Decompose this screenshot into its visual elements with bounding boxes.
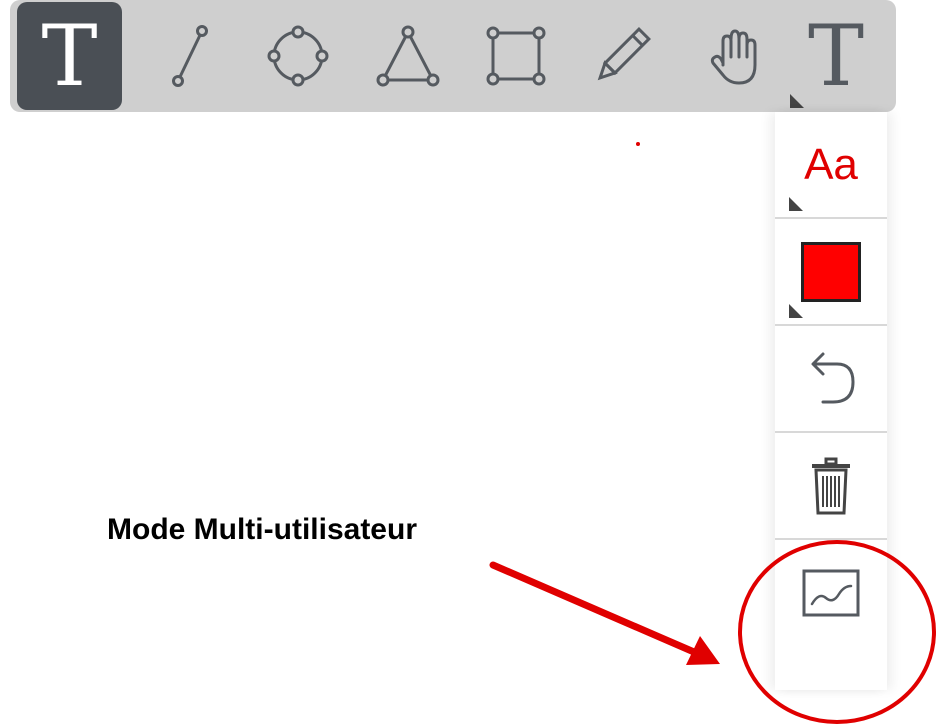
text-tool-button[interactable]: T xyxy=(17,2,122,110)
triangle-icon xyxy=(376,25,440,87)
pencil-tool-button[interactable] xyxy=(582,0,662,112)
line-tool-button[interactable] xyxy=(155,0,225,112)
multiuser-mode-button[interactable] xyxy=(775,540,887,647)
drawing-toolbar: T T xyxy=(10,0,896,112)
cursor-dot xyxy=(636,142,640,146)
chart-line-icon xyxy=(802,569,860,616)
delete-button[interactable] xyxy=(775,433,887,540)
color-button[interactable] xyxy=(775,219,887,326)
font-button-label: Aa xyxy=(804,139,858,189)
submenu-indicator xyxy=(789,197,803,211)
hand-icon xyxy=(710,29,757,85)
triangle-tool-button[interactable] xyxy=(368,0,448,112)
side-toolbar: Aa xyxy=(775,112,887,690)
circle-tool-button[interactable] xyxy=(258,0,338,112)
rectangle-icon xyxy=(486,26,546,86)
pointer-arrow-line xyxy=(489,561,698,656)
pan-tool-button[interactable] xyxy=(696,0,776,112)
color-swatch xyxy=(801,241,861,302)
line-icon xyxy=(172,25,208,87)
rectangle-tool-button[interactable] xyxy=(476,0,556,112)
annotation-label: Mode Multi-utilisateur xyxy=(107,513,417,546)
undo-button[interactable] xyxy=(775,326,887,433)
circle-icon xyxy=(267,25,329,87)
pointer-arrow-head xyxy=(686,636,720,665)
text-style-glyph: T xyxy=(807,7,865,105)
undo-icon xyxy=(811,352,855,403)
submenu-indicator xyxy=(789,304,803,318)
text-tool-glyph: T xyxy=(41,7,98,105)
pencil-icon xyxy=(597,27,651,81)
text-style-tool-button[interactable]: T xyxy=(786,0,886,112)
font-button[interactable]: Aa xyxy=(775,112,887,219)
submenu-indicator xyxy=(790,94,804,108)
trash-icon xyxy=(812,457,850,514)
